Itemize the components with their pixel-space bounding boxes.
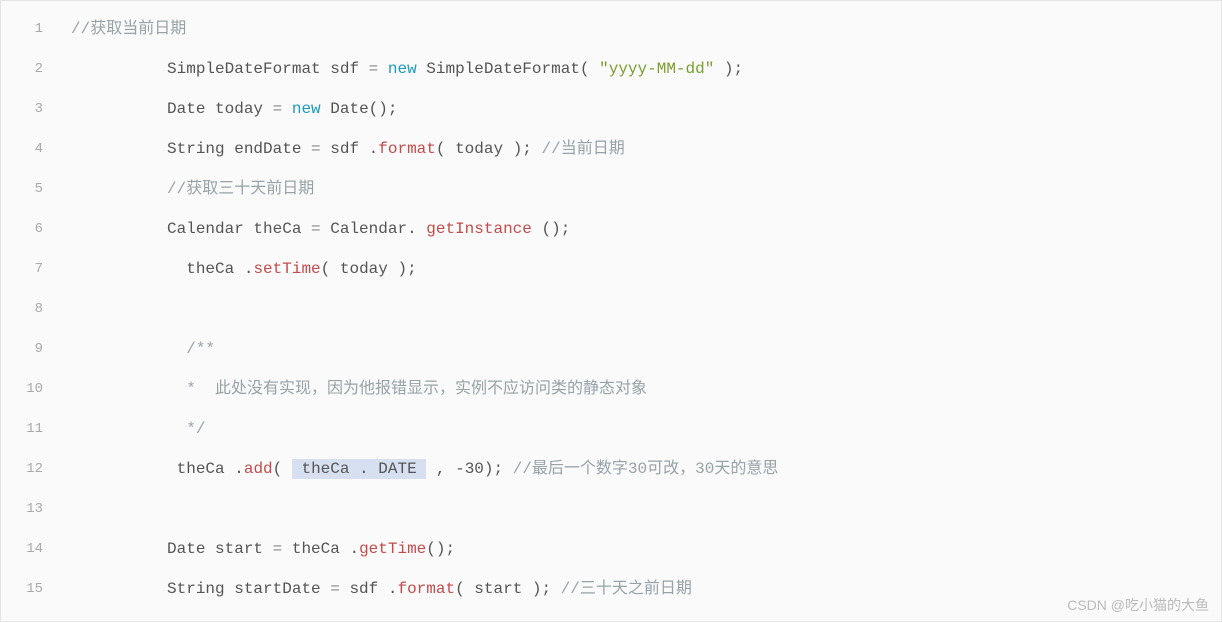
code-block: 1 2 3 4 5 6 7 8 9 10 11 12 13 14 15 //获取…: [1, 1, 1221, 621]
token: =: [311, 140, 330, 158]
line-number: 8: [1, 289, 61, 329]
code-line: theCa .add( theCa . DATE , -30); //最后一个数…: [71, 449, 1221, 489]
line-number: 6: [1, 209, 61, 249]
indent: [71, 60, 167, 78]
line-number: 11: [1, 409, 61, 449]
indent: [71, 580, 167, 598]
comment: //当前日期: [542, 140, 625, 158]
method: setTime: [253, 260, 320, 278]
line-number: 2: [1, 49, 61, 89]
indent: [71, 140, 167, 158]
token: =: [273, 540, 292, 558]
code-line: Calendar theCa = Calendar. getInstance (…: [71, 209, 1221, 249]
token: theCa .: [292, 540, 359, 558]
indent: [71, 460, 177, 478]
comment: */: [186, 420, 205, 438]
indent: [71, 180, 167, 198]
comment: //三十天之前日期: [561, 580, 692, 598]
code-line: SimpleDateFormat sdf = new SimpleDateFor…: [71, 49, 1221, 89]
token: =: [330, 580, 349, 598]
token: String endDate: [167, 140, 311, 158]
token: sdf .: [349, 580, 397, 598]
code-line: Date start = theCa .getTime();: [71, 529, 1221, 569]
token: Date start: [167, 540, 273, 558]
method: format: [378, 140, 436, 158]
token: Date();: [321, 100, 398, 118]
line-number: 1: [1, 9, 61, 49]
token: ( today );: [436, 140, 542, 158]
comment: /**: [186, 340, 215, 358]
code-line: Date today = new Date();: [71, 89, 1221, 129]
code-line: //获取当前日期: [71, 9, 1221, 49]
token: );: [484, 460, 513, 478]
method: add: [244, 460, 273, 478]
line-number: 10: [1, 369, 61, 409]
comment: //最后一个数字30可改，30天的意思: [513, 460, 779, 478]
keyword: new: [292, 100, 321, 118]
selection: theCa . DATE: [292, 459, 426, 479]
token: Date today: [167, 100, 273, 118]
token: ( today );: [321, 260, 417, 278]
string: "yyyy-MM-dd": [599, 60, 714, 78]
token: theCa .: [186, 260, 253, 278]
token: ();: [532, 220, 570, 238]
token: Calendar theCa: [167, 220, 311, 238]
indent: [71, 220, 167, 238]
token: =: [273, 100, 292, 118]
indent: [71, 420, 186, 438]
token: sdf .: [330, 140, 378, 158]
token: SimpleDateFormat(: [417, 60, 599, 78]
token: SimpleDateFormat sdf: [167, 60, 369, 78]
line-number: 5: [1, 169, 61, 209]
code-line: [71, 289, 1221, 329]
token: theCa .: [177, 460, 244, 478]
code-line: theCa .setTime( today );: [71, 249, 1221, 289]
comment: 此处没有实现，因为他报错显示，实例不应访问类的静态对象: [205, 380, 647, 398]
code-content: //获取当前日期 SimpleDateFormat sdf = new Simp…: [61, 1, 1221, 621]
line-number: 7: [1, 249, 61, 289]
keyword: new: [388, 60, 417, 78]
token: String startDate: [167, 580, 330, 598]
method: format: [397, 580, 455, 598]
token: ,: [426, 460, 455, 478]
indent: [71, 380, 186, 398]
method: getTime: [359, 540, 426, 558]
code-line: */: [71, 409, 1221, 449]
token: =: [369, 60, 388, 78]
code-line: [71, 489, 1221, 529]
line-number: 3: [1, 89, 61, 129]
method: getInstance: [426, 220, 532, 238]
line-number-gutter: 1 2 3 4 5 6 7 8 9 10 11 12 13 14 15: [1, 1, 61, 621]
code-line: * 此处没有实现，因为他报错显示，实例不应访问类的静态对象: [71, 369, 1221, 409]
line-number: 9: [1, 329, 61, 369]
number: -30: [455, 460, 484, 478]
line-number: 14: [1, 529, 61, 569]
token: (: [273, 460, 292, 478]
indent: [71, 340, 186, 358]
code-line: String endDate = sdf .format( today ); /…: [71, 129, 1221, 169]
code-line: String startDate = sdf .format( start );…: [71, 569, 1221, 609]
comment: //获取三十天前日期: [167, 180, 314, 198]
code-line: //获取三十天前日期: [71, 169, 1221, 209]
token: Calendar.: [330, 220, 426, 238]
line-number: 15: [1, 569, 61, 609]
indent: [71, 540, 167, 558]
comment: *: [186, 380, 205, 398]
indent: [71, 260, 186, 278]
comment: //获取当前日期: [71, 20, 186, 38]
token: );: [714, 60, 743, 78]
line-number: 4: [1, 129, 61, 169]
code-line: /**: [71, 329, 1221, 369]
line-number: 12: [1, 449, 61, 489]
token: =: [311, 220, 330, 238]
indent: [71, 100, 167, 118]
token: ();: [426, 540, 455, 558]
token: ( start );: [455, 580, 561, 598]
line-number: 13: [1, 489, 61, 529]
